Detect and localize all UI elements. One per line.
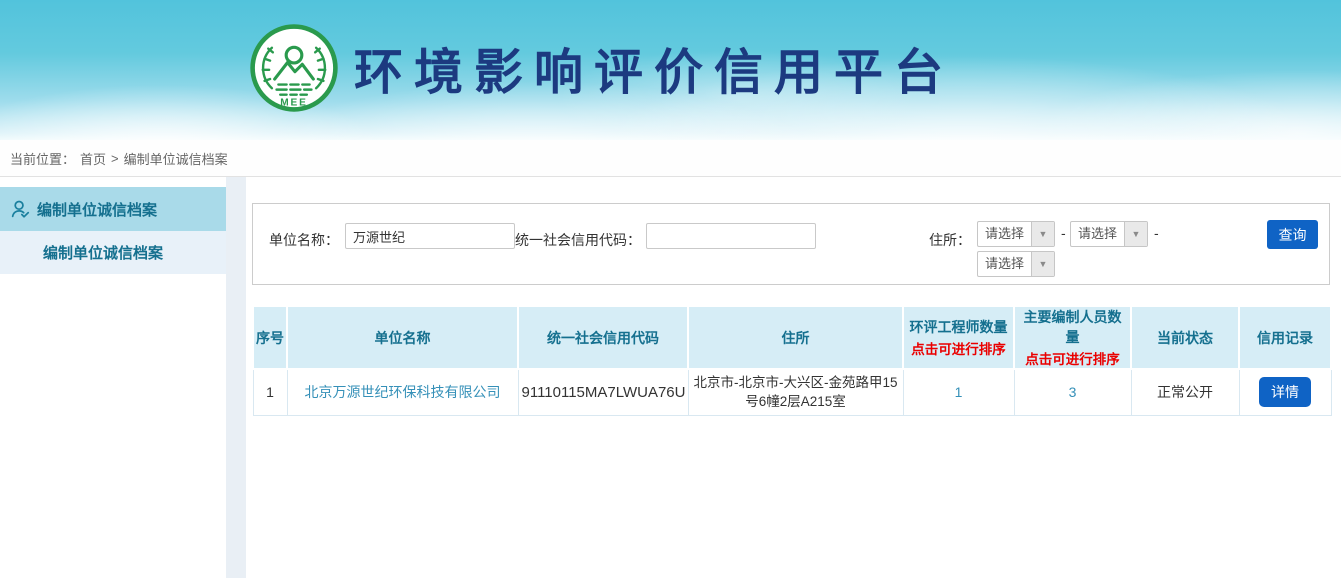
chevron-down-icon: ▼	[1031, 252, 1054, 276]
unit-name-label: 单位名称：	[253, 230, 339, 250]
unit-name-link[interactable]: 北京万源世纪环保科技有限公司	[287, 369, 518, 415]
table-row: 1 北京万源世纪环保科技有限公司 91110115MA7LWUA76U 北京市-…	[253, 369, 1331, 415]
credit-code-label: 统一社会信用代码：	[509, 230, 641, 250]
engineer-count-link[interactable]: 1	[955, 384, 963, 400]
sidebar-subitem-label: 编制单位诚信档案	[43, 242, 163, 263]
col-header-status: 当前状态	[1131, 306, 1239, 369]
credit-code-input[interactable]	[646, 223, 816, 249]
mee-logo: MEE	[248, 22, 340, 114]
site-title: 环境影响评价信用平台	[354, 33, 954, 104]
cell-address: 北京市-北京市-大兴区-金苑路甲15号6幢2层A215室	[688, 369, 903, 415]
sort-hint: 点击可进行排序	[906, 338, 1011, 358]
col-header-credit-record: 信用记录	[1239, 306, 1331, 369]
breadcrumb-home-link[interactable]: 首页	[80, 149, 106, 168]
main-content: 单位名称： 统一社会信用代码： 住所： 请选择 ▼ - 请选择 ▼ - 请选择 …	[246, 177, 1341, 578]
sort-hint: 点击可进行排序	[1017, 348, 1128, 368]
address-label: 住所：	[929, 230, 971, 250]
query-button[interactable]: 查询	[1267, 220, 1318, 249]
mee-logo-text: MEE	[280, 98, 307, 109]
sidebar-item-unit-credit-archive[interactable]: 编制单位诚信档案	[0, 187, 226, 231]
breadcrumb: 当前位置： 首页 > 编制单位诚信档案	[0, 140, 1341, 177]
app-header: MEE 环境影响评价信用平台	[0, 0, 1341, 140]
results-table: 序号 单位名称 统一社会信用代码 住所 环评工程师数量 点击可进行排序 主要编制…	[252, 305, 1332, 416]
address-dash: -	[1061, 225, 1066, 241]
address-province-select[interactable]: 请选择 ▼	[977, 221, 1055, 247]
breadcrumb-separator: >	[111, 151, 119, 166]
sidebar: 编制单位诚信档案 编制单位诚信档案	[0, 177, 226, 578]
staff-count-link[interactable]: 3	[1069, 384, 1077, 400]
cell-credit-code: 91110115MA7LWUA76U	[518, 369, 688, 415]
cell-index: 1	[253, 369, 287, 415]
person-check-icon	[9, 198, 31, 220]
chevron-down-icon: ▼	[1031, 222, 1054, 246]
col-header-credit-code: 统一社会信用代码	[518, 306, 688, 369]
col-header-index: 序号	[253, 306, 287, 369]
district-select-value: 请选择	[978, 252, 1031, 276]
unit-name-input[interactable]	[345, 223, 515, 249]
address-district-select[interactable]: 请选择 ▼	[977, 251, 1055, 277]
col-label: 环评工程师数量	[910, 319, 1008, 335]
chevron-down-icon: ▼	[1124, 222, 1147, 246]
sidebar-subitem-unit-credit-archive[interactable]: 编制单位诚信档案	[0, 231, 226, 274]
sidebar-item-label: 编制单位诚信档案	[37, 199, 157, 220]
sidebar-divider	[226, 177, 246, 578]
breadcrumb-current: 编制单位诚信档案	[124, 149, 228, 168]
city-select-value: 请选择	[1071, 222, 1124, 246]
table-header-row: 序号 单位名称 统一社会信用代码 住所 环评工程师数量 点击可进行排序 主要编制…	[253, 306, 1331, 369]
col-label: 主要编制人员数量	[1024, 309, 1122, 345]
col-header-engineer-count[interactable]: 环评工程师数量 点击可进行排序	[903, 306, 1014, 369]
address-dash: -	[1154, 225, 1159, 241]
col-header-staff-count[interactable]: 主要编制人员数量 点击可进行排序	[1014, 306, 1131, 369]
search-form: 单位名称： 统一社会信用代码： 住所： 请选择 ▼ - 请选择 ▼ - 请选择 …	[252, 203, 1330, 285]
address-city-select[interactable]: 请选择 ▼	[1070, 221, 1148, 247]
province-select-value: 请选择	[978, 222, 1031, 246]
detail-button[interactable]: 详情	[1259, 377, 1311, 407]
col-header-address: 住所	[688, 306, 903, 369]
col-header-unit-name: 单位名称	[287, 306, 518, 369]
cell-status: 正常公开	[1131, 369, 1239, 415]
breadcrumb-label: 当前位置：	[10, 149, 75, 168]
